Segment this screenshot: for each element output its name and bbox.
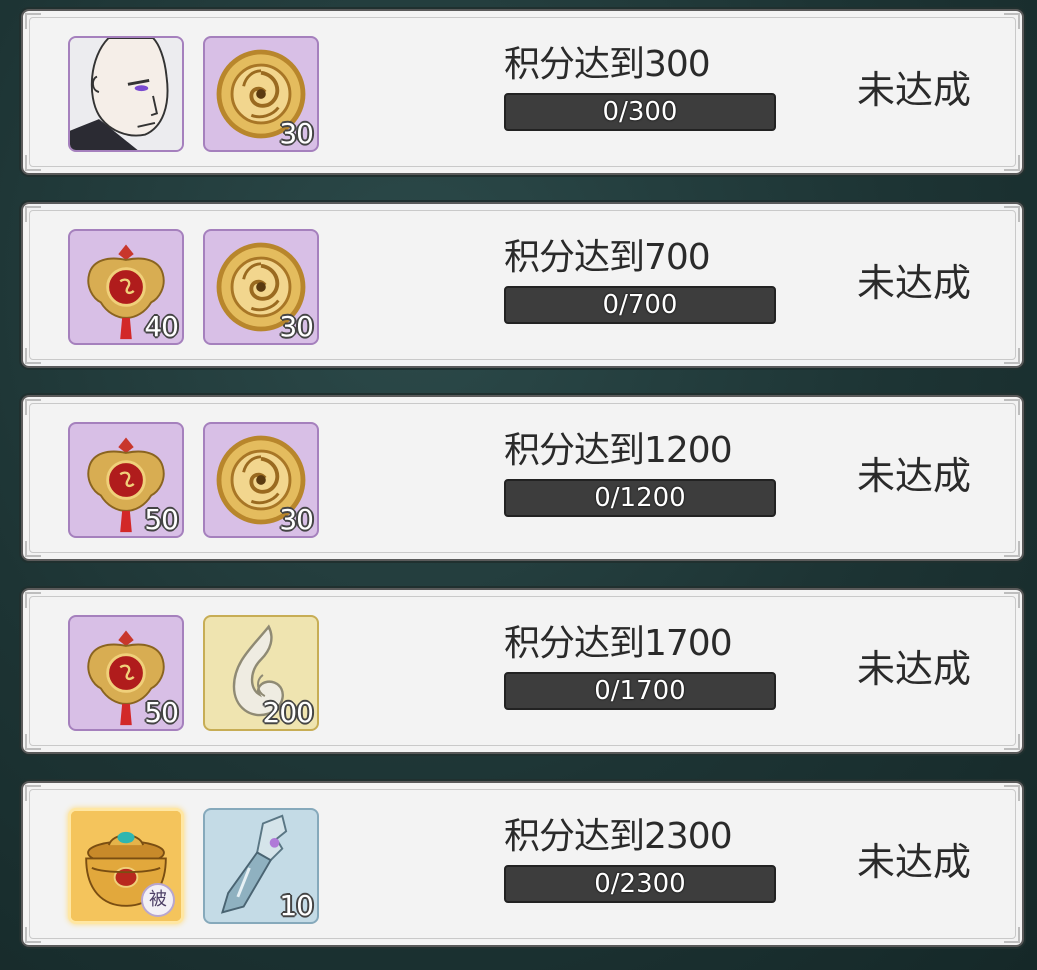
reward-item-gold-coin[interactable]: 30 [203, 36, 319, 152]
status-label: 未达成 [857, 261, 972, 305]
passive-tag-badge: 被 [141, 883, 175, 917]
corner-ornament [1004, 785, 1020, 801]
corner-ornament [25, 927, 41, 943]
status-label: 未达成 [857, 454, 972, 498]
reward-item-character-portrait[interactable] [68, 36, 184, 152]
corner-ornament [1004, 206, 1020, 222]
reward-item-charm-amulet[interactable]: 50 [68, 422, 184, 538]
corner-ornament [1004, 592, 1020, 608]
corner-ornament [1004, 399, 1020, 415]
reward-item-charm-amulet[interactable]: 40 [68, 229, 184, 345]
corner-ornament [1004, 927, 1020, 943]
corner-ornament [25, 206, 41, 222]
corner-ornament [1004, 155, 1020, 171]
corner-ornament [25, 592, 41, 608]
task-card: 50 200 积分达到1700 0/1700 未达成 [21, 588, 1024, 754]
goal-title: 积分达到2300 [504, 816, 733, 857]
reward-item-jade-crescent[interactable]: 200 [203, 615, 319, 731]
reward-item-blade-weapon[interactable]: 10 [203, 808, 319, 924]
progress-text: 0/2300 [594, 869, 686, 899]
reward-count: 50 [144, 503, 179, 536]
progress-bar: 0/1700 [504, 672, 776, 710]
corner-ornament [25, 785, 41, 801]
task-card: 被 10 积分达到2300 0/2300 未达成 [21, 781, 1024, 947]
corner-ornament [25, 541, 41, 557]
goal-title: 积分达到300 [504, 44, 711, 85]
goal-title: 积分达到1700 [504, 623, 733, 664]
goal-title: 积分达到1200 [504, 430, 733, 471]
reward-count: 40 [144, 310, 179, 343]
task-card: 50 30 积分达到1200 0/1200 未达成 [21, 395, 1024, 561]
corner-ornament [1004, 541, 1020, 557]
status-label: 未达成 [857, 647, 972, 691]
progress-text: 0/1700 [594, 676, 686, 706]
progress-bar: 0/300 [504, 93, 776, 131]
status-label: 未达成 [857, 68, 972, 112]
reward-count: 30 [279, 503, 314, 536]
task-card: 40 30 积分达到700 0/700 未达成 [21, 202, 1024, 368]
progress-bar: 0/1200 [504, 479, 776, 517]
reward-count: 30 [279, 310, 314, 343]
corner-ornament [1004, 348, 1020, 364]
reward-count: 10 [279, 889, 314, 922]
reward-item-gold-coin[interactable]: 30 [203, 229, 319, 345]
progress-text: 0/300 [602, 97, 678, 127]
task-card: 30 积分达到300 0/300 未达成 [21, 9, 1024, 175]
reward-count: 200 [262, 696, 314, 729]
reward-count: 50 [144, 696, 179, 729]
progress-text: 0/1200 [594, 483, 686, 513]
progress-bar: 0/700 [504, 286, 776, 324]
corner-ornament [25, 734, 41, 750]
task-reward-list: 30 积分达到300 0/300 未达成 40 30 积分达到700 0/700… [0, 0, 1037, 970]
progress-text: 0/700 [602, 290, 678, 320]
goal-title: 积分达到700 [504, 237, 711, 278]
corner-ornament [25, 155, 41, 171]
corner-ornament [1004, 734, 1020, 750]
reward-item-gold-coin[interactable]: 30 [203, 422, 319, 538]
corner-ornament [25, 399, 41, 415]
reward-count: 30 [279, 117, 314, 150]
corner-ornament [1004, 13, 1020, 29]
reward-item-treasure-urn[interactable]: 被 [68, 808, 184, 924]
progress-bar: 0/2300 [504, 865, 776, 903]
character-portrait-icon [70, 38, 182, 150]
corner-ornament [25, 348, 41, 364]
corner-ornament [25, 13, 41, 29]
reward-item-charm-amulet[interactable]: 50 [68, 615, 184, 731]
status-label: 未达成 [857, 840, 972, 884]
